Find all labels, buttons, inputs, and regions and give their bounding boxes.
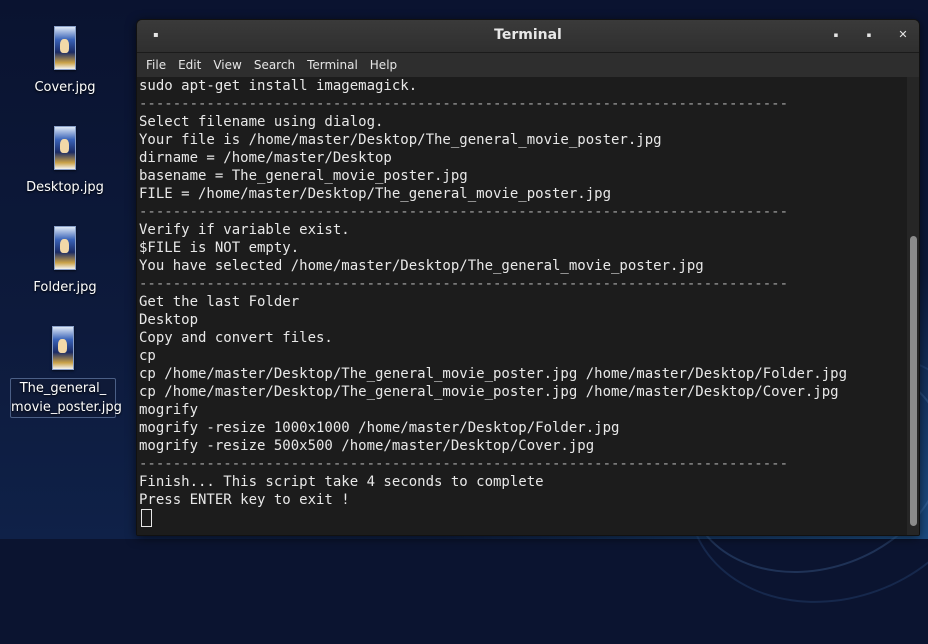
- terminal-window[interactable]: ▪ Terminal ▪ ▪ ✕ File Edit View Search T…: [136, 19, 920, 536]
- desktop-file-cover[interactable]: Cover.jpg: [10, 26, 120, 97]
- vertical-scrollbar[interactable]: [907, 77, 919, 535]
- title-bar[interactable]: ▪ Terminal ▪ ▪ ✕: [137, 20, 919, 53]
- menu-terminal[interactable]: Terminal: [301, 53, 364, 77]
- terminal-line: dirname = /home/master/Desktop: [139, 150, 392, 166]
- menu-search[interactable]: Search: [248, 53, 301, 77]
- image-file-icon: [54, 126, 76, 170]
- terminal-line: $FILE is NOT empty.: [139, 240, 300, 256]
- image-file-icon: [52, 326, 74, 370]
- separator-line: ----------------------------------------…: [139, 204, 789, 220]
- terminal-line: cp /home/master/Desktop/The_general_movi…: [139, 366, 848, 382]
- terminal-line: Copy and convert files.: [139, 330, 333, 346]
- window-title: Terminal: [494, 27, 562, 43]
- terminal-line: cp /home/master/Desktop/The_general_movi…: [139, 384, 839, 400]
- prompt-line[interactable]: [137, 509, 907, 529]
- separator-line: ----------------------------------------…: [139, 276, 789, 292]
- desktop-file-folder[interactable]: Folder.jpg: [10, 226, 120, 297]
- desktop-file-label: Desktop.jpg: [26, 180, 104, 195]
- scrollbar-thumb[interactable]: [910, 236, 917, 526]
- desktop-file-movie-poster[interactable]: The_general_ movie_poster.jpg: [8, 326, 122, 418]
- terminal-line: Press ENTER key to exit !: [139, 492, 350, 508]
- desktop-file-label: Cover.jpg: [34, 80, 96, 95]
- close-button[interactable]: ✕: [896, 28, 910, 42]
- menu-help[interactable]: Help: [364, 53, 403, 77]
- terminal-line: mogrify -resize 1000x1000 /home/master/D…: [139, 420, 620, 436]
- desktop-file-desktop[interactable]: Desktop.jpg: [10, 126, 120, 197]
- image-file-icon: [54, 26, 76, 70]
- terminal-line: FILE = /home/master/Desktop/The_general_…: [139, 186, 612, 202]
- terminal-line: Finish... This script take 4 seconds to …: [139, 474, 544, 490]
- menu-bar: File Edit View Search Terminal Help: [137, 53, 919, 77]
- separator-line: ----------------------------------------…: [139, 96, 789, 112]
- terminal-line: Select filename using dialog.: [139, 114, 384, 130]
- maximize-button[interactable]: ▪: [862, 28, 876, 42]
- menu-view[interactable]: View: [207, 53, 247, 77]
- terminal-line: Desktop: [139, 312, 199, 328]
- desktop-file-label: Folder.jpg: [33, 280, 97, 295]
- menu-edit[interactable]: Edit: [172, 53, 207, 77]
- terminal-line: You have selected /home/master/Desktop/T…: [139, 258, 704, 274]
- terminal-line: mogrify: [139, 402, 199, 418]
- terminal-line: Verify if variable exist.: [139, 222, 350, 238]
- terminal-line: Get the last Folder: [139, 294, 300, 310]
- terminal-line: Your file is /home/master/Desktop/The_ge…: [139, 132, 662, 148]
- desktop-file-label: The_general_ movie_poster.jpg: [10, 378, 122, 418]
- menu-file[interactable]: File: [140, 53, 172, 77]
- terminal-line: sudo apt-get install imagemagick.: [139, 78, 418, 94]
- terminal-line: cp: [139, 348, 156, 364]
- separator-line: ----------------------------------------…: [139, 456, 789, 472]
- minimize-button[interactable]: ▪: [829, 28, 843, 42]
- terminal-line: basename = The_general_movie_poster.jpg: [139, 168, 468, 184]
- text-cursor: [141, 509, 152, 527]
- terminal-line: mogrify -resize 500x500 /home/master/Des…: [139, 438, 595, 454]
- terminal-output[interactable]: sudo apt-get install imagemagick. ------…: [137, 77, 907, 535]
- image-file-icon: [54, 226, 76, 270]
